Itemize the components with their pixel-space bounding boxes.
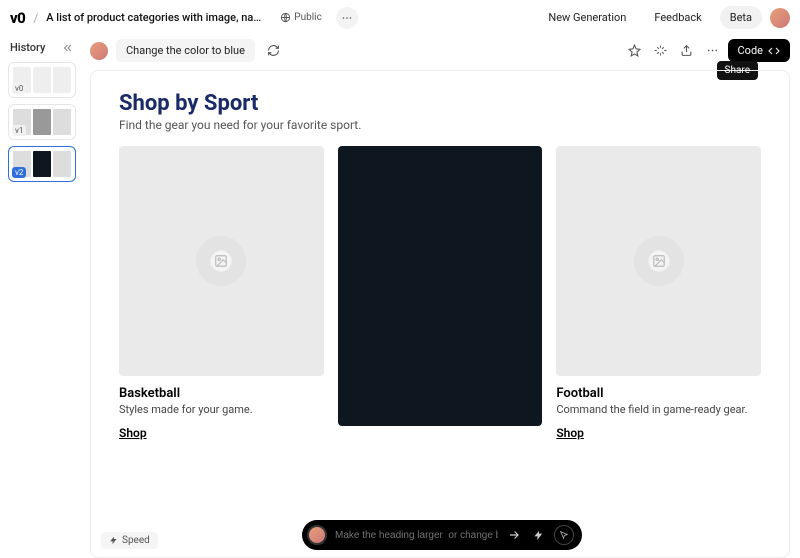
feedback-button[interactable]: Feedback — [644, 6, 711, 29]
prompt-text: Change the color to blue — [116, 39, 255, 62]
sidebar-title: History — [10, 41, 45, 54]
breadcrumb-separator: / — [33, 11, 38, 25]
image-icon — [214, 254, 228, 268]
prompt-input[interactable] — [335, 530, 498, 541]
sparkle-icon — [654, 44, 667, 57]
logo[interactable]: v0 — [10, 9, 25, 27]
card-image-placeholder — [119, 146, 324, 376]
code-icon — [768, 45, 780, 57]
bolt-icon — [109, 536, 118, 545]
generation-title: Shop by Sport — [119, 91, 761, 116]
arrow-right-icon — [507, 528, 521, 542]
share-icon — [680, 44, 693, 57]
project-menu-button[interactable] — [336, 7, 358, 29]
card-shop-link[interactable]: Shop — [556, 426, 761, 440]
speed-indicator[interactable]: Speed — [101, 532, 158, 549]
refresh-icon — [267, 44, 280, 57]
visibility-badge[interactable]: Public — [274, 9, 328, 26]
category-card: Basketball Styles made for your game. Sh… — [119, 146, 324, 440]
attach-button[interactable] — [554, 525, 574, 545]
card-shop-link[interactable]: Shop — [119, 426, 324, 440]
card-description: Styles made for your game. — [119, 403, 324, 416]
cursor-icon — [559, 530, 569, 540]
card-name: Basketball — [119, 386, 324, 401]
dots-icon — [341, 12, 353, 24]
more-actions-button[interactable] — [702, 39, 724, 61]
beta-badge[interactable]: Beta — [720, 6, 762, 29]
star-icon — [628, 44, 641, 57]
card-name: Football — [556, 386, 761, 401]
regenerate-button[interactable] — [263, 40, 285, 62]
project-title[interactable]: A list of product categories with image,… — [46, 11, 266, 24]
top-bar: v0 / A list of product categories with i… — [0, 0, 800, 35]
copy-button[interactable] — [650, 39, 672, 61]
generation-canvas: Shop by Sport Find the gear you need for… — [90, 70, 790, 558]
sidebar-collapse-button[interactable] — [62, 42, 74, 54]
input-avatar — [307, 525, 327, 545]
image-icon — [652, 254, 666, 268]
share-button[interactable] — [676, 39, 698, 61]
new-generation-button[interactable]: New Generation — [538, 6, 636, 29]
content-area: Change the color to blue Code Share Shop… — [84, 35, 800, 558]
prompt-avatar — [90, 42, 108, 60]
code-button[interactable]: Code — [728, 39, 790, 62]
category-card — [338, 146, 543, 440]
card-image-placeholder — [338, 146, 543, 426]
favorite-button[interactable] — [624, 39, 646, 61]
prompt-input-bar — [302, 520, 582, 550]
history-item-v1[interactable]: v1 — [8, 104, 76, 140]
submit-button[interactable] — [506, 527, 522, 543]
card-description: Command the field in game-ready gear. — [556, 403, 761, 416]
history-item-v0[interactable]: v0 — [8, 62, 76, 98]
history-item-v2[interactable]: v2 — [8, 146, 76, 182]
bolt-icon — [533, 530, 544, 541]
category-card: Football Command the field in game-ready… — [556, 146, 761, 440]
globe-icon — [280, 12, 291, 23]
user-avatar[interactable] — [770, 8, 790, 28]
chevron-left-icon — [62, 42, 74, 54]
history-sidebar: History v0 v1 v2 — [0, 35, 84, 558]
generation-subtitle: Find the gear you need for your favorite… — [119, 118, 761, 132]
fast-mode-button[interactable] — [530, 527, 546, 543]
dots-icon — [706, 44, 719, 57]
card-image-placeholder — [556, 146, 761, 376]
